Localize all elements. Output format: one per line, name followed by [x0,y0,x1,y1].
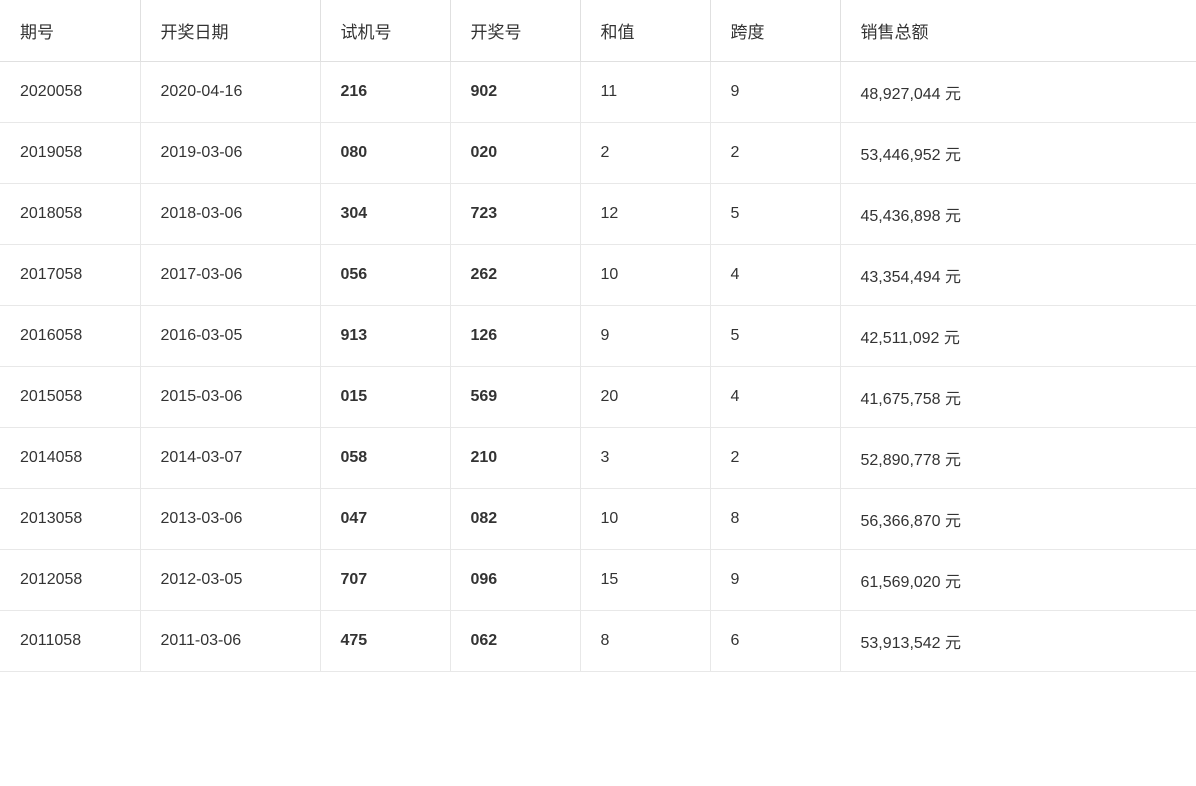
cell-trial: 056 [320,245,450,306]
cell-period: 2018058 [0,184,140,245]
table-row: 20150582015-03-0601556920441,675,758 元 [0,367,1196,428]
table-row: 20120582012-03-0570709615961,569,020 元 [0,550,1196,611]
cell-trial: 015 [320,367,450,428]
cell-winning: 569 [450,367,580,428]
cell-date: 2020-04-16 [140,62,320,123]
cell-period: 2016058 [0,306,140,367]
table-container: 期号 开奖日期 试机号 开奖号 和值 跨度 销售总额 20200582020-0… [0,0,1196,786]
cell-sum: 15 [580,550,710,611]
cell-winning: 096 [450,550,580,611]
cell-span: 9 [710,550,840,611]
cell-sum: 2 [580,123,710,184]
cell-winning: 723 [450,184,580,245]
cell-sum: 8 [580,611,710,672]
cell-date: 2016-03-05 [140,306,320,367]
cell-sum: 12 [580,184,710,245]
cell-trial: 216 [320,62,450,123]
cell-period: 2020058 [0,62,140,123]
cell-sum: 10 [580,245,710,306]
cell-sales: 43,354,494 元 [840,245,1196,306]
cell-sales: 52,890,778 元 [840,428,1196,489]
table-row: 20130582013-03-0604708210856,366,870 元 [0,489,1196,550]
cell-date: 2015-03-06 [140,367,320,428]
table-row: 20180582018-03-0630472312545,436,898 元 [0,184,1196,245]
cell-trial: 047 [320,489,450,550]
cell-period: 2019058 [0,123,140,184]
cell-winning: 126 [450,306,580,367]
cell-period: 2012058 [0,550,140,611]
cell-date: 2014-03-07 [140,428,320,489]
cell-date: 2012-03-05 [140,550,320,611]
col-header-sales: 销售总额 [840,0,1196,62]
table-row: 20160582016-03-059131269542,511,092 元 [0,306,1196,367]
cell-trial: 304 [320,184,450,245]
col-header-span: 跨度 [710,0,840,62]
cell-span: 4 [710,367,840,428]
cell-winning: 082 [450,489,580,550]
cell-sales: 56,366,870 元 [840,489,1196,550]
cell-sales: 41,675,758 元 [840,367,1196,428]
cell-trial: 058 [320,428,450,489]
cell-span: 9 [710,62,840,123]
table-row: 20140582014-03-070582103252,890,778 元 [0,428,1196,489]
cell-trial: 080 [320,123,450,184]
cell-date: 2013-03-06 [140,489,320,550]
cell-sum: 20 [580,367,710,428]
cell-sales: 45,436,898 元 [840,184,1196,245]
cell-sum: 10 [580,489,710,550]
col-header-winning: 开奖号 [450,0,580,62]
cell-sales: 53,913,542 元 [840,611,1196,672]
cell-span: 5 [710,184,840,245]
cell-date: 2019-03-06 [140,123,320,184]
cell-period: 2011058 [0,611,140,672]
cell-sales: 42,511,092 元 [840,306,1196,367]
cell-span: 2 [710,428,840,489]
cell-period: 2017058 [0,245,140,306]
cell-period: 2015058 [0,367,140,428]
cell-winning: 020 [450,123,580,184]
cell-sum: 3 [580,428,710,489]
table-row: 20190582019-03-060800202253,446,952 元 [0,123,1196,184]
table-row: 20170582017-03-0605626210443,354,494 元 [0,245,1196,306]
table-header-row: 期号 开奖日期 试机号 开奖号 和值 跨度 销售总额 [0,0,1196,62]
col-header-trial: 试机号 [320,0,450,62]
cell-winning: 210 [450,428,580,489]
cell-trial: 707 [320,550,450,611]
col-header-sum: 和值 [580,0,710,62]
cell-sales: 53,446,952 元 [840,123,1196,184]
cell-period: 2013058 [0,489,140,550]
cell-span: 6 [710,611,840,672]
cell-winning: 262 [450,245,580,306]
cell-sum: 11 [580,62,710,123]
col-header-date: 开奖日期 [140,0,320,62]
table-row: 20110582011-03-064750628653,913,542 元 [0,611,1196,672]
cell-span: 8 [710,489,840,550]
cell-span: 2 [710,123,840,184]
cell-trial: 475 [320,611,450,672]
cell-period: 2014058 [0,428,140,489]
cell-span: 5 [710,306,840,367]
cell-trial: 913 [320,306,450,367]
cell-sales: 48,927,044 元 [840,62,1196,123]
table-row: 20200582020-04-1621690211948,927,044 元 [0,62,1196,123]
cell-sum: 9 [580,306,710,367]
cell-winning: 062 [450,611,580,672]
cell-date: 2018-03-06 [140,184,320,245]
col-header-period: 期号 [0,0,140,62]
cell-date: 2011-03-06 [140,611,320,672]
cell-sales: 61,569,020 元 [840,550,1196,611]
cell-date: 2017-03-06 [140,245,320,306]
cell-winning: 902 [450,62,580,123]
cell-span: 4 [710,245,840,306]
lottery-table: 期号 开奖日期 试机号 开奖号 和值 跨度 销售总额 20200582020-0… [0,0,1196,672]
